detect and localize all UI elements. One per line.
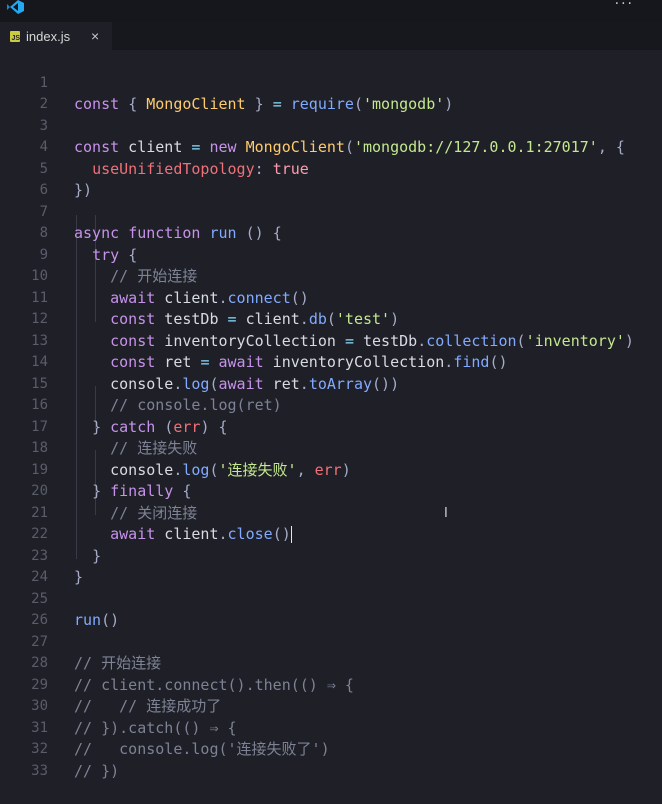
- code-line: 11 const testDb = client.db('test'): [0, 266, 662, 329]
- code-line: 18 console.log('连接失败', err): [0, 417, 662, 479]
- vscode-logo-icon: [7, 0, 24, 14]
- code-line: 1 const { MongoClient } = require('mongo…: [0, 51, 662, 114]
- code-line: 6: [0, 159, 662, 198]
- code-line: 22 }: [0, 503, 662, 565]
- code-line: 9 // 开始连接: [0, 223, 662, 286]
- code-editor[interactable]: 1 const { MongoClient } = require('mongo…: [0, 50, 662, 780]
- more-actions-icon[interactable]: ···: [615, 0, 634, 11]
- code-line: 16 } catch (err) {: [0, 374, 662, 436]
- code-line: 12 const inventoryCollection = testDb.co…: [0, 288, 662, 350]
- code-line: 24: [0, 546, 662, 585]
- code-line: 4 useUnifiedTopology: true: [0, 116, 662, 178]
- code-line: 17 // 连接失败: [0, 395, 662, 458]
- code-line: 28 // client.connect().then(() ⇒ {: [0, 632, 662, 694]
- code-line: 21 await client.close(): [0, 481, 662, 543]
- line-number: 33: [31, 762, 48, 779]
- code-line: 29 // // 连接成功了: [0, 653, 662, 716]
- code-line: 30 // }).catch(() ⇒ {: [0, 675, 662, 737]
- tab-index-js[interactable]: JS index.js ×: [0, 22, 112, 50]
- code-line: 3 const client = new MongoClient('mongod…: [0, 94, 662, 157]
- code-line: 7 async function run () {: [0, 180, 662, 243]
- code-line: 2: [0, 73, 662, 112]
- mouse-ibeam-icon: I: [444, 506, 448, 521]
- code-line: 10 await client.connect(): [0, 245, 662, 307]
- code-line: 26: [0, 589, 662, 628]
- title-bar: ···: [0, 0, 662, 22]
- code-line: 27 // 开始连接: [0, 610, 662, 673]
- line-text: // }): [74, 761, 120, 780]
- close-tab-button[interactable]: ×: [91, 28, 99, 44]
- code-line: 31 // console.log('连接失败了'): [0, 696, 662, 759]
- js-file-icon: JS: [10, 30, 20, 42]
- tab-bar: JS index.js ×: [0, 22, 662, 50]
- code-line: 13 const ret = await inventoryCollection…: [0, 309, 662, 372]
- code-line: 14 console.log(await ret.toArray()): [0, 331, 662, 393]
- code-line: 25 run(): [0, 567, 662, 630]
- code-line: 23 }: [0, 524, 662, 587]
- code-line: 8 try {: [0, 202, 662, 264]
- code-line: 15 // console.log(ret): [0, 352, 662, 415]
- code-line: 20 // 关闭连接: [0, 460, 662, 522]
- code-line: 32 // }): [0, 718, 662, 780]
- code-line: 33: [0, 739, 662, 779]
- code-line: 19 } finally {: [0, 438, 662, 501]
- code-line: 5 }): [0, 137, 662, 200]
- tab-label: index.js: [26, 28, 71, 44]
